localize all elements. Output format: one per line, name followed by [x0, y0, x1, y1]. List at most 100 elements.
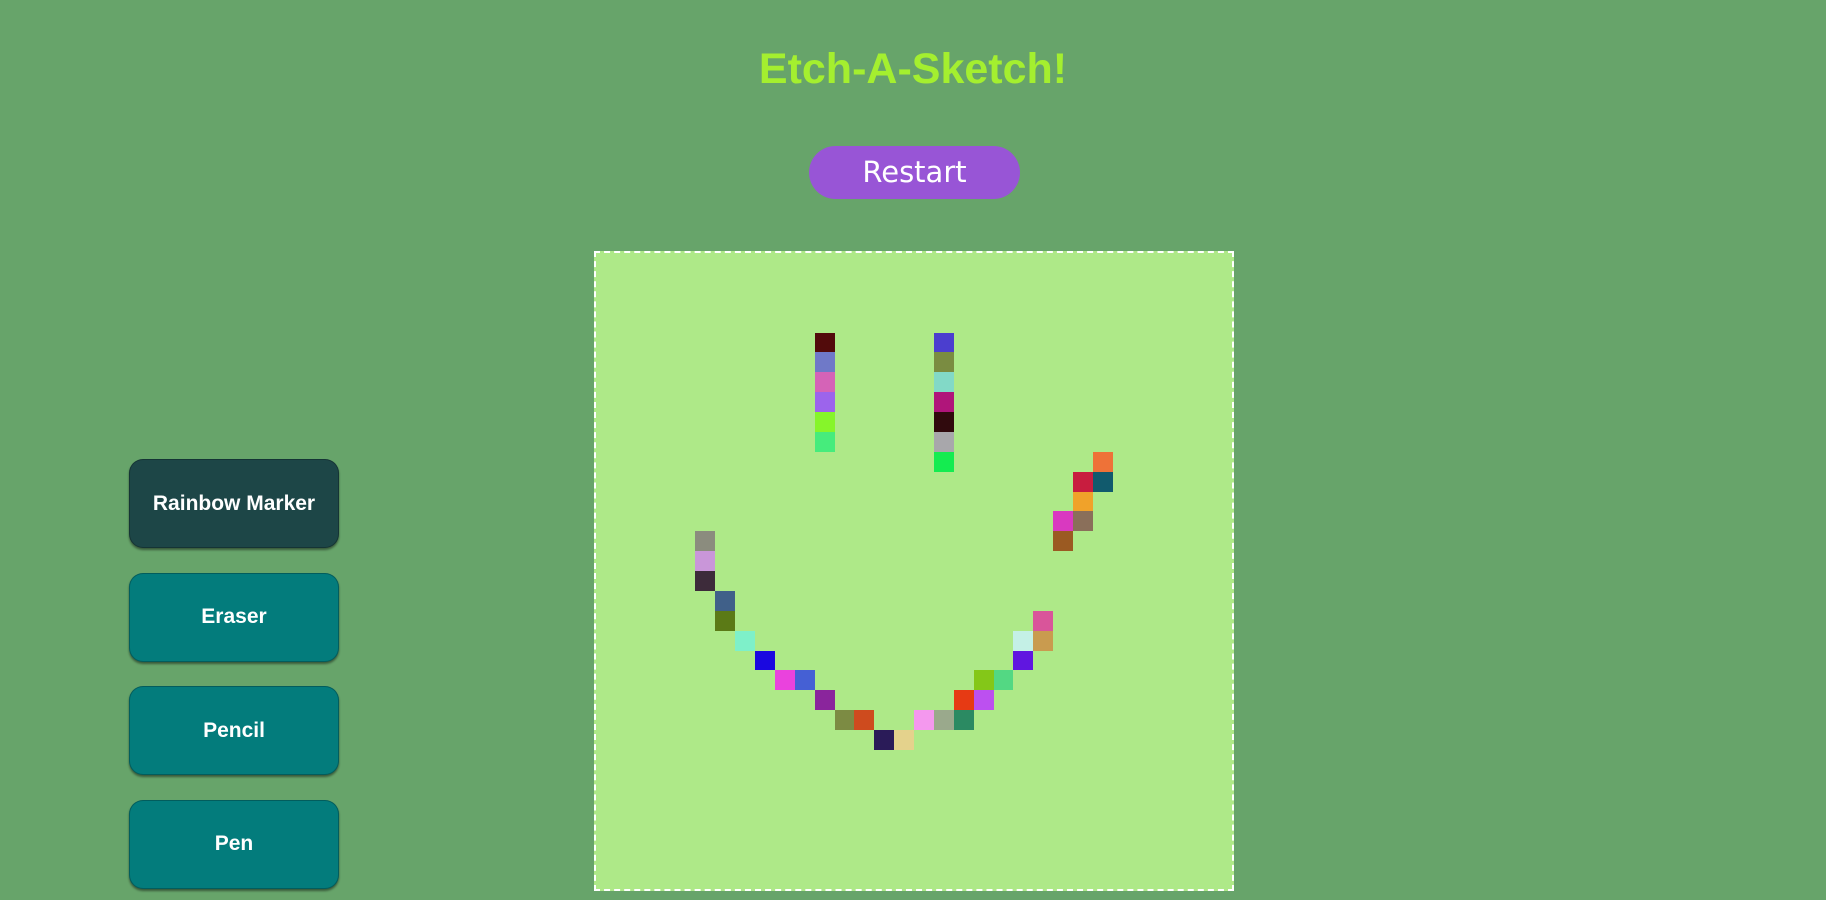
grid-cell[interactable]	[854, 492, 874, 512]
grid-cell[interactable]	[914, 273, 934, 293]
grid-cell[interactable]	[636, 253, 656, 273]
grid-cell[interactable]	[854, 690, 874, 710]
grid-cell[interactable]	[636, 591, 656, 611]
grid-cell[interactable]	[1172, 412, 1192, 432]
grid-cell[interactable]	[1172, 611, 1192, 631]
grid-cell[interactable]	[596, 492, 616, 512]
grid-cell[interactable]	[715, 531, 735, 551]
grid-cell[interactable]	[1192, 571, 1212, 591]
grid-cell[interactable]	[994, 492, 1014, 512]
grid-cell[interactable]	[835, 253, 855, 273]
grid-cell[interactable]	[854, 472, 874, 492]
grid-cell[interactable]	[676, 412, 696, 432]
grid-cell[interactable]	[1192, 810, 1212, 830]
grid-cell[interactable]	[1153, 551, 1173, 571]
grid-cell[interactable]	[1093, 571, 1113, 591]
grid-cell[interactable]	[1093, 511, 1113, 531]
grid-cell[interactable]	[1212, 452, 1232, 472]
grid-cell[interactable]	[1133, 333, 1153, 353]
grid-cell[interactable]	[1093, 392, 1113, 412]
grid-cell[interactable]	[914, 452, 934, 472]
grid-cell[interactable]	[835, 492, 855, 512]
grid-cell[interactable]	[1192, 770, 1212, 790]
grid-cell[interactable]	[1192, 511, 1212, 531]
grid-cell[interactable]	[815, 750, 835, 770]
grid-cell[interactable]	[1212, 313, 1232, 333]
grid-cell[interactable]	[616, 571, 636, 591]
grid-cell[interactable]	[1133, 770, 1153, 790]
grid-cell[interactable]	[735, 511, 755, 531]
grid-cell[interactable]	[596, 670, 616, 690]
grid-cell[interactable]	[954, 810, 974, 830]
grid-cell[interactable]	[1172, 750, 1192, 770]
grid-cell[interactable]	[1192, 730, 1212, 750]
grid-cell[interactable]	[1133, 790, 1153, 810]
grid-cell[interactable]	[735, 810, 755, 830]
grid-cell[interactable]	[874, 770, 894, 790]
grid-cell[interactable]	[676, 631, 696, 651]
grid-cell[interactable]	[1053, 551, 1073, 571]
grid-cell[interactable]	[676, 591, 696, 611]
grid-cell[interactable]	[1053, 829, 1073, 849]
grid-cell[interactable]	[1172, 372, 1192, 392]
grid-cell[interactable]	[1172, 829, 1192, 849]
grid-cell[interactable]	[695, 670, 715, 690]
grid-cell[interactable]	[1133, 829, 1153, 849]
grid-cell[interactable]	[616, 591, 636, 611]
grid-cell[interactable]	[1013, 511, 1033, 531]
grid-cell[interactable]	[775, 690, 795, 710]
grid-cell[interactable]	[835, 293, 855, 313]
grid-cell[interactable]	[1212, 750, 1232, 770]
grid-cell[interactable]	[1133, 651, 1153, 671]
grid-cell[interactable]	[1073, 372, 1093, 392]
painted-cell[interactable]	[814, 392, 835, 412]
painted-cell[interactable]	[1053, 511, 1073, 532]
grid-cell[interactable]	[874, 372, 894, 392]
grid-cell[interactable]	[914, 352, 934, 372]
grid-cell[interactable]	[596, 810, 616, 830]
grid-cell[interactable]	[1212, 333, 1232, 353]
grid-cell[interactable]	[854, 452, 874, 472]
grid-cell[interactable]	[1033, 670, 1053, 690]
grid-cell[interactable]	[874, 392, 894, 412]
grid-cell[interactable]	[755, 611, 775, 631]
grid-cell[interactable]	[974, 492, 994, 512]
grid-cell[interactable]	[1113, 293, 1133, 313]
grid-cell[interactable]	[596, 790, 616, 810]
grid-cell[interactable]	[616, 849, 636, 869]
grid-cell[interactable]	[735, 690, 755, 710]
grid-cell[interactable]	[1013, 531, 1033, 551]
grid-cell[interactable]	[1133, 750, 1153, 770]
grid-cell[interactable]	[775, 372, 795, 392]
painted-cell[interactable]	[695, 571, 716, 591]
grid-cell[interactable]	[974, 631, 994, 651]
grid-cell[interactable]	[1133, 412, 1153, 432]
grid-cell[interactable]	[795, 531, 815, 551]
grid-cell[interactable]	[795, 651, 815, 671]
grid-cell[interactable]	[854, 273, 874, 293]
grid-cell[interactable]	[795, 551, 815, 571]
grid-cell[interactable]	[854, 313, 874, 333]
grid-cell[interactable]	[656, 333, 676, 353]
grid-cell[interactable]	[676, 849, 696, 869]
grid-cell[interactable]	[1172, 690, 1192, 710]
grid-cell[interactable]	[1093, 492, 1113, 512]
grid-cell[interactable]	[755, 571, 775, 591]
grid-cell[interactable]	[854, 571, 874, 591]
grid-cell[interactable]	[894, 273, 914, 293]
grid-cell[interactable]	[695, 273, 715, 293]
grid-cell[interactable]	[994, 750, 1014, 770]
grid-cell[interactable]	[795, 333, 815, 353]
grid-cell[interactable]	[596, 770, 616, 790]
grid-cell[interactable]	[1113, 670, 1133, 690]
grid-cell[interactable]	[1212, 372, 1232, 392]
grid-cell[interactable]	[854, 869, 874, 889]
grid-cell[interactable]	[755, 631, 775, 651]
grid-cell[interactable]	[1153, 293, 1173, 313]
grid-cell[interactable]	[1192, 333, 1212, 353]
grid-cell[interactable]	[1153, 690, 1173, 710]
grid-cell[interactable]	[596, 253, 616, 273]
grid-cell[interactable]	[795, 313, 815, 333]
grid-cell[interactable]	[1013, 690, 1033, 710]
grid-cell[interactable]	[596, 611, 616, 631]
